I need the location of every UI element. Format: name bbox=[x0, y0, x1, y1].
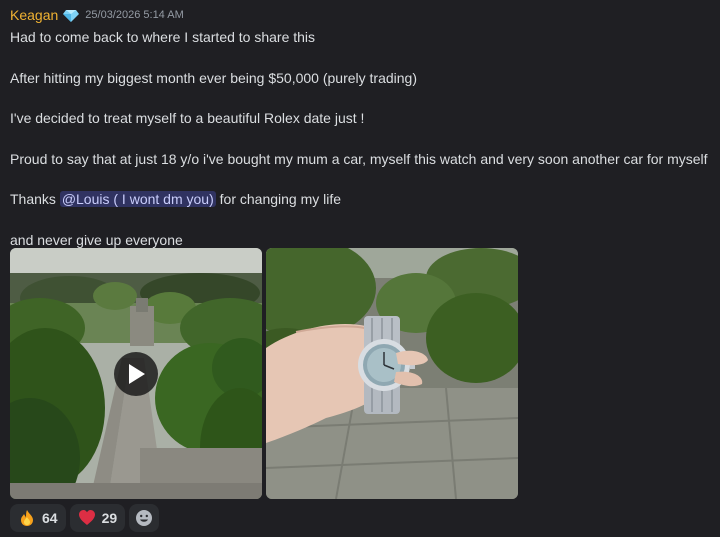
message-line: and never give up everyone bbox=[10, 231, 183, 248]
image-attachment[interactable] bbox=[266, 248, 518, 499]
user-mention[interactable]: @Louis ( I wont dm you) bbox=[59, 191, 216, 207]
reaction-fire[interactable]: 64 bbox=[10, 504, 66, 532]
author-name[interactable]: Keagan bbox=[10, 7, 58, 23]
message-line: After hitting my biggest month ever bein… bbox=[10, 69, 418, 86]
reactions-bar: 64 29 bbox=[10, 504, 160, 532]
add-reaction-button[interactable] bbox=[129, 504, 160, 532]
reaction-count: 29 bbox=[101, 510, 118, 526]
attachments bbox=[10, 248, 518, 499]
reaction-heart[interactable]: 29 bbox=[69, 504, 126, 532]
message-line: Proud to say that at just 18 y/o i've bo… bbox=[10, 150, 708, 167]
message-line: Thanks @Louis ( I wont dm you) for chang… bbox=[10, 189, 716, 209]
fire-icon bbox=[21, 510, 33, 526]
chat-message: Keagan 25/03/2026 5:14 AM Had to come ba… bbox=[10, 5, 716, 250]
play-icon bbox=[129, 364, 145, 384]
video-attachment[interactable] bbox=[10, 248, 262, 499]
message-line: Had to come back to where I started to s… bbox=[10, 29, 316, 45]
timestamp: 25/03/2026 5:14 AM bbox=[85, 9, 184, 21]
play-button[interactable] bbox=[114, 352, 158, 396]
message-content: Had to come back to where I started to s… bbox=[10, 27, 716, 250]
message-header: Keagan 25/03/2026 5:14 AM bbox=[10, 5, 716, 25]
thanks-text: Thanks bbox=[10, 191, 60, 207]
reaction-count: 64 bbox=[42, 510, 58, 526]
message-line: I've decided to treat myself to a beauti… bbox=[10, 110, 365, 126]
watch-photo bbox=[266, 248, 518, 499]
diamond-icon bbox=[63, 10, 80, 22]
heart-icon bbox=[78, 510, 95, 525]
thanks-suffix: for changing my life bbox=[215, 191, 342, 207]
add-reaction-icon bbox=[136, 510, 153, 526]
